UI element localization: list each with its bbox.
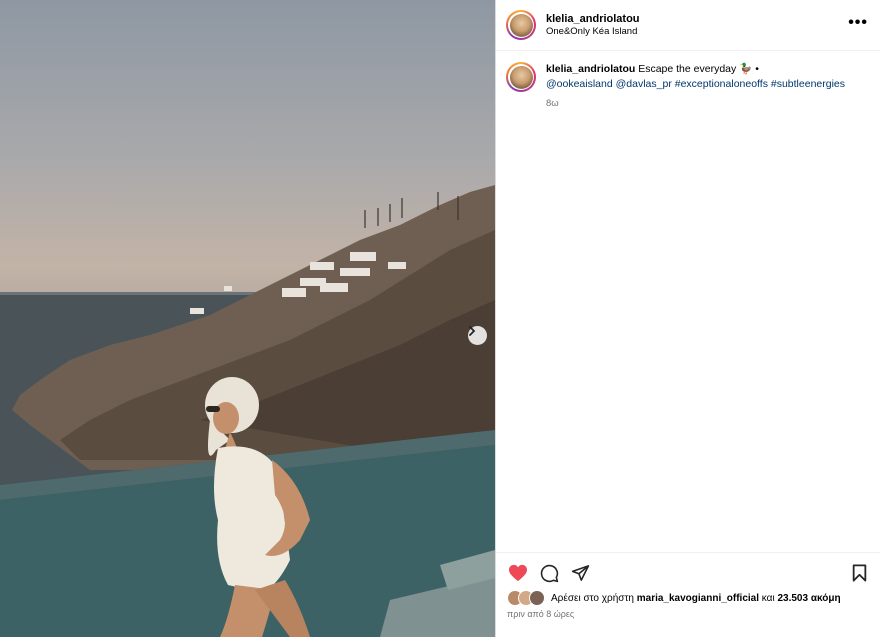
mention-link[interactable]: @davlas_pr	[616, 78, 672, 90]
post-header: klelia_andriolatou One&Only Kéa Island •…	[496, 0, 880, 51]
post-dialog: klelia_andriolatou One&Only Kéa Island •…	[0, 0, 880, 637]
bookmark-icon[interactable]	[848, 562, 870, 584]
likes-connector: και	[761, 592, 775, 604]
caption-block: klelia_andriolatou Escape the everyday 🦆…	[496, 51, 880, 111]
likes-count[interactable]: 23.503 ακόμη	[777, 593, 840, 604]
liker-username[interactable]: maria_kavogianni_official	[637, 593, 759, 604]
post-side-panel: klelia_andriolatou One&Only Kéa Island •…	[495, 0, 880, 637]
likes-summary: Αρέσει στο χρήστη maria_kavogianni_offic…	[507, 590, 870, 606]
caption-text: Escape the everyday	[638, 63, 737, 75]
share-icon[interactable]	[569, 562, 591, 584]
hashtag-link[interactable]: #exceptionaloneoffs	[675, 78, 768, 90]
post-timestamp[interactable]: πριν από 8 ώρες	[507, 609, 870, 619]
next-arrow-icon[interactable]	[468, 326, 487, 345]
liker-avatars[interactable]	[507, 590, 545, 606]
post-photo[interactable]	[0, 0, 495, 637]
author-username[interactable]: klelia_andriolatou	[546, 12, 640, 26]
more-options-icon[interactable]: •••	[848, 15, 868, 31]
likes-prefix: Αρέσει στο χρήστη	[551, 592, 634, 604]
caption-avatar[interactable]	[506, 62, 536, 92]
heart-icon[interactable]	[507, 562, 529, 584]
mention-link[interactable]: @ookeaisland	[546, 78, 613, 90]
caption-age: 8ω	[546, 98, 559, 110]
comment-icon[interactable]	[538, 562, 560, 584]
photo-scene	[0, 185, 495, 637]
post-location[interactable]: One&Only Kéa Island	[546, 26, 640, 38]
caption-username[interactable]: klelia_andriolatou	[546, 63, 635, 75]
action-bar: Αρέσει στο χρήστη maria_kavogianni_offic…	[496, 552, 880, 637]
caption-emoji: 🦆	[739, 63, 753, 75]
avatar[interactable]	[506, 10, 536, 40]
hashtag-link[interactable]: #subtleenergies	[771, 78, 845, 90]
caption-bullet: •	[755, 63, 759, 75]
